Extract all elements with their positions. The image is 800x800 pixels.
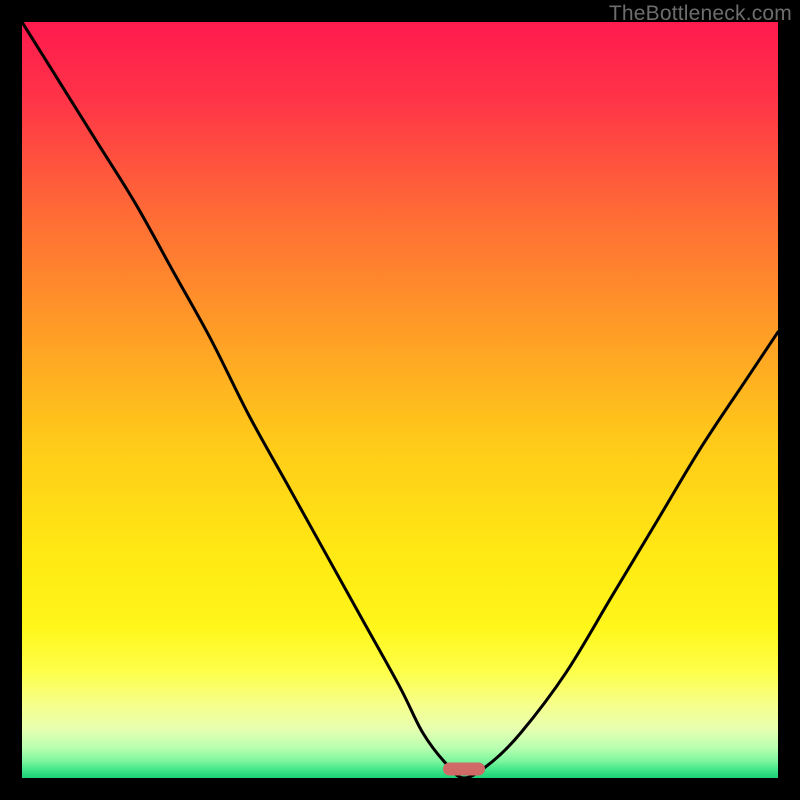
watermark-text: TheBottleneck.com (609, 2, 792, 26)
optimal-marker (443, 762, 485, 775)
chart-frame (22, 22, 778, 778)
bottleneck-curve (22, 22, 778, 778)
